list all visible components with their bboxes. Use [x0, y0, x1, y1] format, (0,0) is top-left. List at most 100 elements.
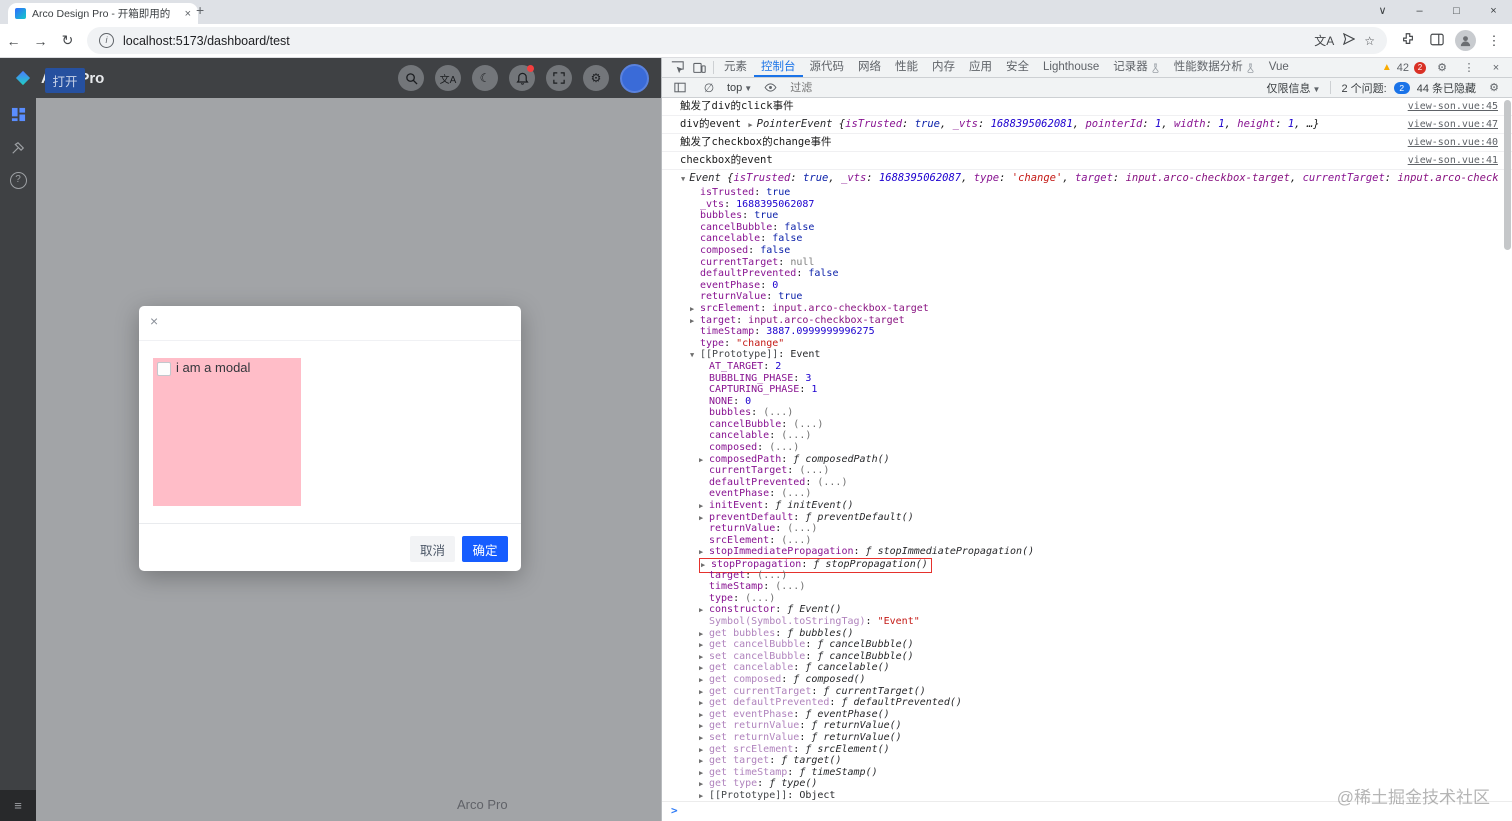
modal-text: i am a modal	[176, 360, 251, 375]
expand-arrow-icon[interactable]: ▶	[699, 791, 709, 803]
window-minimize-button[interactable]: –	[1401, 0, 1438, 24]
error-badge[interactable]: 2	[1414, 61, 1426, 74]
fullscreen-icon[interactable]	[546, 65, 572, 91]
tab-search-icon[interactable]: ∨	[1364, 0, 1401, 24]
console-tree-row: ▶ get currentTarget: ƒ currentTarget()	[699, 685, 926, 697]
console-filter-input[interactable]	[788, 80, 943, 95]
site-info-icon[interactable]: i	[99, 33, 114, 48]
devtools-close-icon[interactable]: ×	[1485, 62, 1507, 74]
sidebar-item-tools[interactable]	[0, 131, 36, 164]
devtools-tab-内存[interactable]: 内存	[925, 58, 962, 77]
share-icon[interactable]	[1343, 32, 1356, 48]
modal-checkbox[interactable]	[157, 362, 171, 376]
settings-gear-icon[interactable]: ⚙	[583, 65, 609, 91]
console-tree-row: ▶ get cancelBubble: ƒ cancelBubble()	[699, 639, 914, 651]
modal-pink-panel: i am a modal	[153, 358, 301, 506]
console-tree-row: BUBBLING_PHASE: 3	[709, 372, 812, 384]
side-panel-icon[interactable]	[1426, 33, 1448, 49]
sidebar-collapse-button[interactable]: ≡	[0, 790, 36, 821]
frame-context-select[interactable]: top ▼	[727, 82, 752, 94]
console-tree-row: _vts: 1688395062087	[700, 198, 815, 210]
theme-moon-icon[interactable]: ☾	[472, 65, 498, 91]
expand-arrow-icon[interactable]: ▼	[681, 172, 685, 186]
console-tree-row: type: (...)	[709, 592, 776, 604]
back-icon[interactable]: ←	[0, 33, 27, 49]
console-tree-row: eventPhase: 0	[700, 279, 779, 291]
browser-toolbar: ← → ↻ i localhost:5173/dashboard/test 文A…	[0, 24, 1512, 58]
user-avatar[interactable]	[620, 63, 649, 93]
source-link[interactable]: view-son.vue:41	[1398, 154, 1498, 168]
devtools-tab-性能数据分析[interactable]: 性能数据分析	[1167, 58, 1262, 77]
devtools-tab-性能[interactable]: 性能	[888, 58, 925, 77]
log-level-select[interactable]: 仅限信息 ▼	[1267, 80, 1321, 96]
browser-tab[interactable]: Arco Design Pro - 开箱即用的 ×	[8, 3, 198, 24]
devtools-tab-网络[interactable]: 网络	[851, 58, 888, 77]
issues-count-badge[interactable]: 2	[1393, 81, 1410, 94]
console-tree-row: defaultPrevented: false	[700, 268, 839, 280]
language-icon[interactable]: 文A	[435, 65, 461, 91]
clear-console-icon[interactable]: ∅	[698, 81, 720, 95]
modal-footer-divider	[139, 523, 521, 524]
console-tree-row: currentTarget: (...)	[709, 465, 830, 477]
devtools-menu-icon[interactable]: ⋮	[1458, 61, 1480, 74]
sidebar-item-dashboard[interactable]	[0, 98, 36, 131]
source-link[interactable]: view-son.vue:47	[1398, 118, 1498, 132]
console-tree-row: ▶ preventDefault: ƒ preventDefault()	[699, 511, 914, 523]
console-tree-row: cancelBubble: false	[700, 221, 815, 233]
console-tree-row: ▶ initEvent: ƒ initEvent()	[699, 500, 854, 512]
translate-icon[interactable]: 文A	[1314, 32, 1334, 49]
live-expression-eye-icon[interactable]	[759, 83, 781, 92]
device-toolbar-icon[interactable]	[688, 61, 710, 74]
forward-icon[interactable]: →	[27, 33, 54, 49]
reload-icon[interactable]: ↻	[54, 32, 81, 49]
sidebar-item-help[interactable]: ?	[0, 164, 36, 197]
devtools-tab-Lighthouse[interactable]: Lighthouse	[1036, 58, 1106, 77]
browser-tab-strip: Arco Design Pro - 开箱即用的 × + ∨ – □ ×	[0, 0, 1512, 24]
console-sidebar-icon[interactable]	[669, 82, 691, 93]
hidden-messages-label[interactable]: 44 条已隐藏	[1417, 80, 1476, 96]
console-tree-row: ▶ set returnValue: ƒ returnValue()	[699, 731, 902, 743]
profile-avatar[interactable]	[1455, 30, 1476, 51]
address-bar[interactable]: i localhost:5173/dashboard/test 文A ☆	[87, 27, 1387, 54]
question-icon: ?	[9, 172, 27, 189]
console-tree-row: bubbles: true	[700, 210, 779, 222]
console-tree-row: ▶ target: input.arco-checkbox-target	[690, 314, 905, 326]
devtools-tab-应用[interactable]: 应用	[962, 58, 999, 77]
window-maximize-button[interactable]: □	[1438, 0, 1475, 24]
expand-arrow-icon[interactable]: ▶	[748, 118, 752, 132]
console-tree-row: ▶ constructor: ƒ Event()	[699, 604, 842, 616]
url-text[interactable]: localhost:5173/dashboard/test	[123, 34, 1305, 48]
search-icon[interactable]	[398, 65, 424, 91]
browser-menu-icon[interactable]: ⋮	[1483, 33, 1505, 49]
app-header: Arco Pro 文A ☾ ⚙	[0, 58, 661, 98]
inspect-element-icon[interactable]	[666, 61, 688, 74]
console-tree-row: ▶ stopPropagation: ƒ stopPropagation()	[662, 558, 1512, 573]
console-tree-row: ▶ get eventPhase: ƒ eventPhase()	[699, 708, 890, 720]
source-link[interactable]: view-son.vue:40	[1398, 136, 1498, 150]
devtools-tab-元素[interactable]: 元素	[717, 58, 754, 77]
source-link[interactable]: view-son.vue:45	[1398, 100, 1498, 114]
notification-bell-icon[interactable]	[509, 65, 535, 91]
cancel-button[interactable]: 取消	[410, 536, 455, 562]
devtools-tab-Vue[interactable]: Vue	[1262, 58, 1296, 77]
warning-count[interactable]: 42	[1397, 62, 1409, 74]
devtools-tab-安全[interactable]: 安全	[999, 58, 1036, 77]
warning-triangle-icon[interactable]: ▲	[1382, 62, 1392, 73]
bookmark-star-icon[interactable]: ☆	[1364, 34, 1375, 48]
modal-close-icon[interactable]: ×	[150, 314, 158, 328]
window-close-button[interactable]: ×	[1475, 0, 1512, 24]
devtools-tab-控制台[interactable]: 控制台	[754, 58, 803, 77]
new-tab-button[interactable]: +	[196, 2, 204, 18]
devtools-scrollbar[interactable]	[1504, 100, 1511, 250]
devtools-settings-icon[interactable]: ⚙	[1431, 61, 1453, 74]
console-message: ▼ Event {isTrusted: true, _vts: 168839506…	[681, 172, 1498, 186]
console-settings-icon[interactable]: ⚙	[1483, 81, 1505, 94]
open-modal-button[interactable]: 打开	[45, 68, 85, 93]
devtools-tab-源代码[interactable]: 源代码	[803, 58, 852, 77]
extensions-puzzle-icon[interactable]	[1397, 32, 1419, 49]
tab-close-icon[interactable]: ×	[185, 8, 191, 20]
issues-label[interactable]: 2 个问题:	[1341, 80, 1386, 96]
devtools-tab-记录器[interactable]: 记录器	[1106, 58, 1167, 77]
console-tree-row: ▼ [[Prototype]]: Event	[690, 349, 821, 361]
confirm-button[interactable]: 确定	[462, 536, 508, 562]
